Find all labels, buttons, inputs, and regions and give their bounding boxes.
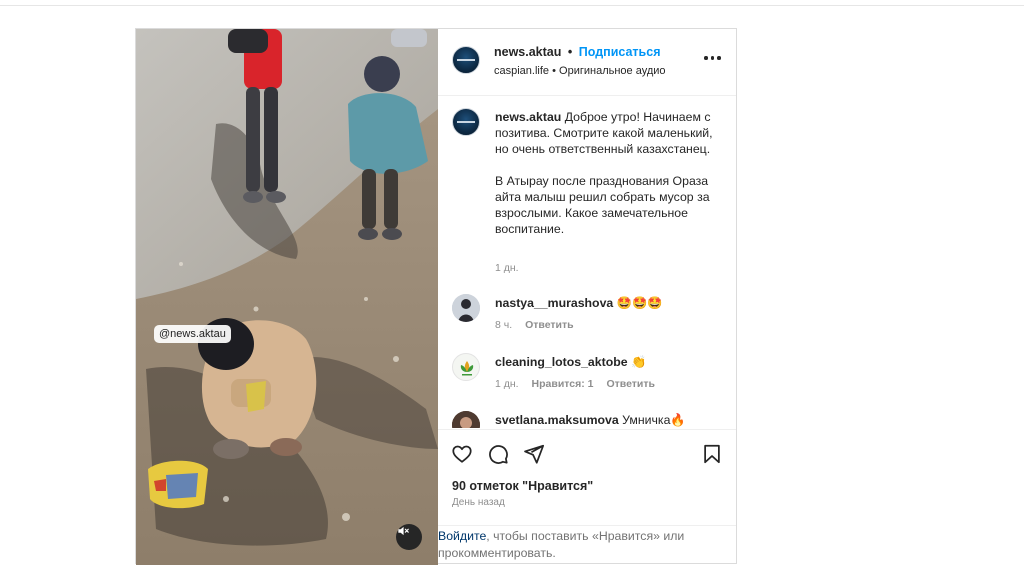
caption-username[interactable]: news.aktau [495,110,561,124]
caption-author-avatar[interactable] [452,108,480,136]
comment-item: svetlana.maksumova Умничка🔥 [438,411,736,428]
comment-body: 👏 [631,355,647,369]
subtitle-separator: • [552,65,556,77]
lotus-logo-icon [460,361,474,376]
comment-body: Умничка🔥 [622,413,686,427]
video-frame-illustration [136,29,438,565]
login-link[interactable]: Войдите [438,529,486,543]
follow-button[interactable]: Подписаться [579,45,661,59]
comment-text: nastya__murashova 🤩🤩🤩 [495,295,725,311]
comment-text: svetlana.maksumova Умничка🔥 [495,412,725,428]
audio-link[interactable]: Оригинальное аудио [559,65,666,77]
caption-meta: 1 дн. [495,262,529,274]
header-title-row: news.aktau • Подписаться [494,45,660,59]
comment-text: cleaning_lotos_aktobe 👏 [495,354,725,370]
separator-dot: • [567,45,573,59]
author-username[interactable]: news.aktau [494,45,561,59]
comments-section[interactable]: news.aktau Доброе утро! Начинаем с позит… [438,96,736,428]
reply-button[interactable]: Ответить [525,319,574,331]
comment-username[interactable]: svetlana.maksumova [495,413,619,427]
comment-likes[interactable]: Нравится: 1 [532,378,594,390]
caption-time: 1 дн. [495,262,519,274]
bookmark-icon[interactable] [701,443,723,465]
caption-text: news.aktau Доброе утро! Начинаем с позит… [495,109,715,253]
comment-username[interactable]: nastya__murashova [495,296,613,310]
comment-meta: 8 ч. Ответить [495,319,584,331]
likes-count[interactable]: 90 отметок "Нравится" [452,479,593,493]
post-side-panel: news.aktau • Подписаться caspian.life • … [438,29,736,563]
post-header: news.aktau • Подписаться caspian.life • … [438,29,736,96]
commenter-avatar[interactable] [452,411,480,428]
page-top-divider [0,5,1024,6]
header-subtitle: caspian.life • Оригинальное аудио [494,65,666,77]
avatar-photo-icon [452,411,480,428]
heart-icon[interactable] [451,443,473,465]
comment-icon[interactable] [487,443,509,465]
more-options-icon[interactable] [704,53,722,63]
instagram-post-embed: @news.aktau news.aktau • Подписаться cas… [135,28,737,565]
share-icon[interactable] [523,443,545,465]
commenter-avatar[interactable] [452,353,480,381]
author-avatar[interactable] [452,46,480,74]
speaker-muted-icon [398,526,409,536]
post-actions: 90 отметок "Нравится" День назад Войдите… [438,429,736,564]
reply-button[interactable]: Ответить [606,378,655,390]
comment-item: nastya__murashova 🤩🤩🤩 8 ч. Ответить [438,294,736,350]
commenter-avatar[interactable] [452,294,480,322]
location-link[interactable]: caspian.life [494,65,549,77]
mute-toggle-button[interactable] [396,524,422,550]
avatar-photo-icon [452,294,480,322]
comment-time: 8 ч. [495,319,513,331]
comment-body: 🤩🤩🤩 [616,296,663,310]
comment-meta: 1 дн. Нравится: 1 Ответить [495,378,665,390]
comment-item: cleaning_lotos_aktobe 👏 1 дн. Нравится: … [438,353,736,409]
post-video[interactable]: @news.aktau [136,29,438,565]
comment-username[interactable]: cleaning_lotos_aktobe [495,355,628,369]
post-date[interactable]: День назад [452,497,505,508]
video-watermark: @news.aktau [154,325,231,343]
caption-paragraph-2: В Атырау после празднования Ораза айта м… [495,174,710,236]
comment-time: 1 дн. [495,378,519,390]
login-prompt: Войдите, чтобы поставить «Нравится» или … [438,525,736,565]
